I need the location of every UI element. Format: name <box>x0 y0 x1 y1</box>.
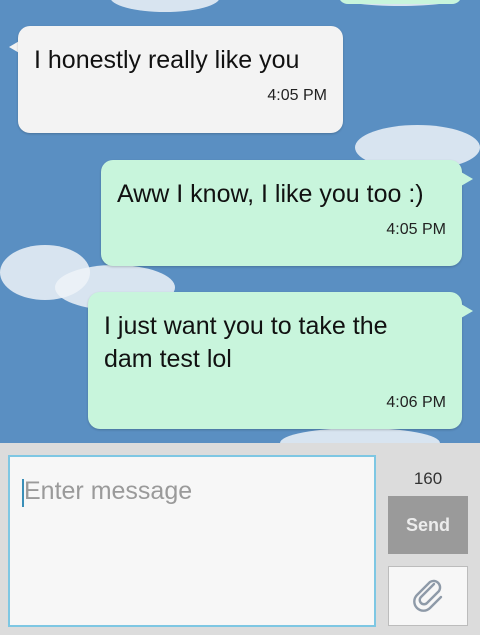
message-timestamp: 4:05 PM <box>386 221 446 238</box>
message-composer: Enter message 160 Send <box>0 443 480 635</box>
previous-message-edge <box>338 0 462 4</box>
message-input-placeholder: Enter message <box>24 477 193 505</box>
attach-button[interactable] <box>388 566 468 626</box>
message-tail <box>461 172 473 186</box>
cloud-decoration <box>110 0 220 12</box>
message-text: Aww I know, I like you too :) <box>117 180 424 208</box>
chat-thread: I honestly really like you 4:05 PM Aww I… <box>0 0 480 443</box>
message-input[interactable]: Enter message <box>8 455 376 627</box>
character-counter: 160 <box>413 469 443 488</box>
message-text: I honestly really like you <box>34 46 300 74</box>
message-bubble-outgoing[interactable]: Aww I know, I like you too :) 4:05 PM <box>101 160 462 266</box>
message-tail <box>461 304 473 318</box>
message-text: I just want you to take the dam test lol <box>104 312 388 373</box>
message-timestamp: 4:05 PM <box>267 87 327 104</box>
cloud-decoration <box>280 428 440 443</box>
message-bubble-outgoing[interactable]: I just want you to take the dam test lol… <box>88 292 462 429</box>
message-timestamp: 4:06 PM <box>386 394 446 411</box>
message-bubble-incoming[interactable]: I honestly really like you 4:05 PM <box>18 26 343 133</box>
send-button[interactable]: Send <box>388 496 468 554</box>
paperclip-icon <box>408 574 448 619</box>
